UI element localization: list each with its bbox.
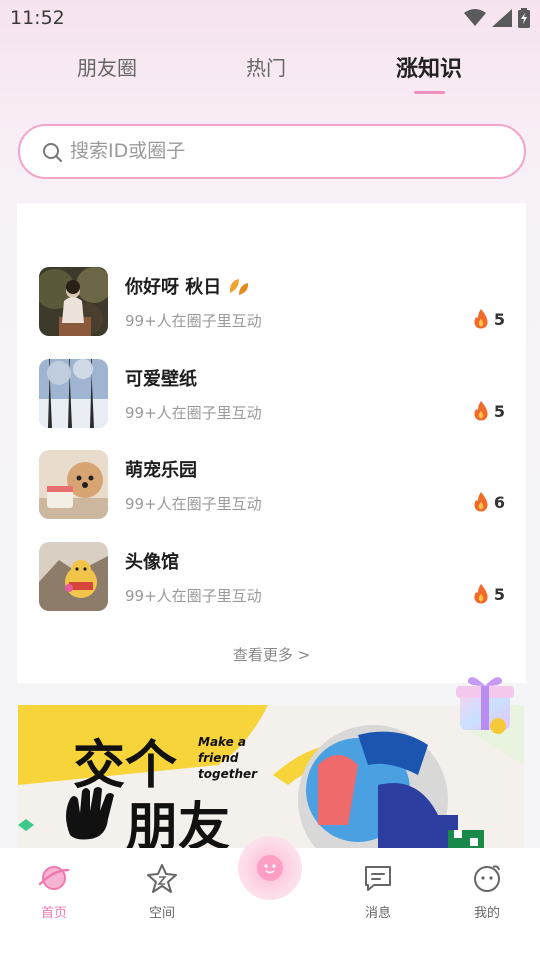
- status-time: 11:52: [10, 7, 65, 29]
- star-icon: [147, 864, 177, 893]
- heat-count: 5: [493, 401, 505, 421]
- circle-item-wallpaper[interactable]: 可爱壁纸 99+人在圈子里互动 5: [39, 359, 505, 429]
- heat-count: 5: [493, 584, 505, 604]
- bottom-nav: 首页 空间 消息 我的: [0, 836, 540, 960]
- top-tabs: 朋友圈 热门 涨知识: [0, 48, 540, 98]
- circle-name: 你好呀 秋日: [125, 277, 222, 298]
- circle-item-avatars[interactable]: 头像馆 99+人在圈子里互动 5: [39, 542, 505, 612]
- search-icon: [43, 143, 62, 162]
- status-icons: [464, 8, 530, 28]
- circle-item-autumn[interactable]: 你好呀 秋日 99+人在圈子里互动 5: [39, 267, 505, 337]
- circle-subtitle: 99+人在圈子里互动: [125, 495, 262, 513]
- heat-indicator: 5: [472, 584, 505, 604]
- circle-subtitle: 99+人在圈子里互动: [125, 404, 262, 422]
- banner-en-line3: together: [198, 767, 258, 781]
- circle-list: 你好呀 秋日 99+人在圈子里互动 5 可爱壁纸 99+人在圈子里互动 5 萌宠…: [17, 203, 526, 683]
- status-bar: 11:52: [0, 0, 540, 36]
- circle-thumbnail: [39, 267, 108, 336]
- tab-hot[interactable]: 热门: [246, 52, 286, 81]
- banner-en-line2: friend: [198, 751, 239, 765]
- battery-icon: [518, 8, 530, 28]
- nav-profile[interactable]: 我的: [447, 862, 527, 921]
- wifi-icon: [464, 9, 486, 26]
- leaf-icon: [229, 279, 249, 295]
- nav-messages[interactable]: 消息: [338, 862, 418, 921]
- tab-knowledge[interactable]: 涨知识: [396, 51, 462, 83]
- heat-indicator: 5: [472, 401, 505, 421]
- nav-home[interactable]: 首页: [14, 862, 94, 921]
- circle-name: 头像馆: [125, 552, 179, 573]
- circle-name: 萌宠乐园: [125, 460, 197, 481]
- nav-space[interactable]: 空间: [122, 862, 202, 921]
- circle-subtitle: 99+人在圈子里互动: [125, 587, 262, 605]
- nav-label: 消息: [364, 906, 391, 921]
- hand-wave-icon: [66, 787, 114, 840]
- view-more-link[interactable]: 查看更多 >: [17, 644, 526, 665]
- nav-label: 空间: [148, 906, 175, 921]
- center-action-button[interactable]: [238, 836, 302, 900]
- search-input[interactable]: 搜索ID或圈子: [70, 126, 185, 177]
- banner-title-line2: 朋友: [126, 798, 231, 850]
- circle-thumbnail: [39, 450, 108, 519]
- heat-count: 6: [493, 492, 505, 512]
- heat-count: 5: [493, 309, 505, 329]
- circle-thumbnail: [39, 542, 108, 611]
- circle-thumbnail: [39, 359, 108, 428]
- home-planet-icon: [38, 866, 70, 890]
- fire-icon: [474, 309, 488, 329]
- search-bar[interactable]: 搜索ID或圈子: [18, 124, 526, 179]
- circle-subtitle: 99+人在圈子里互动: [125, 312, 262, 330]
- nav-label: 首页: [40, 906, 67, 921]
- promo-banner[interactable]: 交个 朋友 Make a friend together: [18, 705, 524, 850]
- heat-indicator: 6: [472, 492, 505, 512]
- gift-box-icon[interactable]: [452, 672, 518, 736]
- fire-icon: [474, 492, 488, 512]
- tab-friends[interactable]: 朋友圈: [77, 52, 137, 81]
- heat-indicator: 5: [472, 309, 505, 329]
- circle-name: 可爱壁纸: [125, 369, 197, 390]
- smiley-icon: [474, 865, 500, 892]
- fire-icon: [474, 401, 488, 421]
- nav-label: 我的: [473, 906, 500, 921]
- circle-item-pets[interactable]: 萌宠乐园 99+人在圈子里互动 6: [39, 450, 505, 520]
- active-tab-indicator: [414, 91, 445, 94]
- banner-en-line1: Make a: [198, 735, 247, 749]
- center-face-icon: [257, 855, 283, 881]
- message-icon: [365, 866, 391, 891]
- fire-icon: [474, 584, 488, 604]
- signal-icon: [492, 9, 512, 27]
